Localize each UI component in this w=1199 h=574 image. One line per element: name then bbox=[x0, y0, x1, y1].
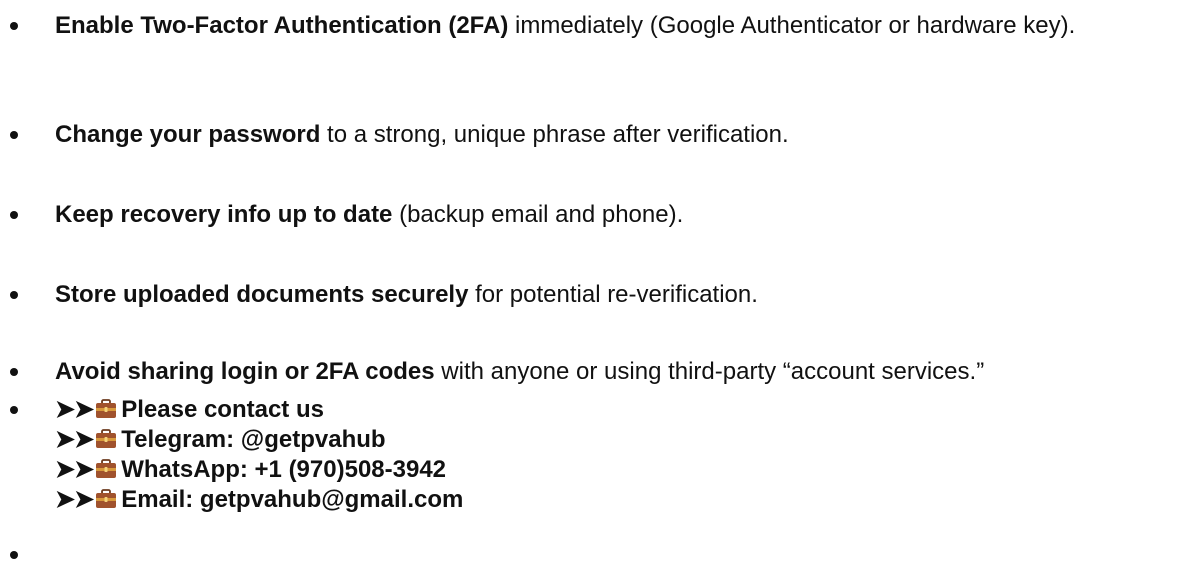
whatsapp-contact-text: WhatsApp: +1 (970)508-3942 bbox=[121, 456, 447, 483]
tip-text: (backup email and phone). bbox=[392, 201, 684, 228]
email-contact-text: Email: getpvahub@gmail.com bbox=[121, 486, 464, 513]
telegram-contact: ➤➤ Telegram: @getpvahub bbox=[55, 425, 1175, 455]
double-arrow-icon: ➤➤ bbox=[55, 456, 94, 483]
list-item-text: Enable Two-Factor Authentication (2FA) i… bbox=[55, 11, 1175, 41]
double-arrow-icon: ➤➤ bbox=[55, 396, 94, 423]
email-contact: ➤➤ Email: getpvahub@gmail.com bbox=[55, 485, 1175, 515]
telegram-contact-text: Telegram: @getpvahub bbox=[121, 426, 386, 453]
list-item-text: Keep recovery info up to date (backup em… bbox=[55, 200, 1175, 230]
contact-heading: ➤➤ Please contact us bbox=[55, 395, 1175, 425]
briefcase-icon bbox=[95, 428, 117, 450]
list-item-text: Change your password to a strong, unique… bbox=[55, 120, 1175, 150]
bullet-dot bbox=[10, 131, 18, 139]
tip-bold-text: Store uploaded documents securely bbox=[55, 281, 469, 308]
tip-text: with anyone or using third-party “accoun… bbox=[434, 358, 985, 385]
bullet-dot bbox=[10, 211, 18, 219]
tip-text: immediately (Google Authenticator or har… bbox=[508, 12, 1076, 39]
list-item-text: Store uploaded documents securely for po… bbox=[55, 280, 1175, 310]
bullet-dot bbox=[10, 551, 18, 559]
contact-heading-text: Please contact us bbox=[121, 396, 324, 423]
briefcase-icon bbox=[95, 458, 117, 480]
double-arrow-icon: ➤➤ bbox=[55, 486, 94, 513]
briefcase-icon bbox=[95, 488, 117, 510]
bullet-dot bbox=[10, 22, 18, 30]
tip-text: for potential re-verification. bbox=[468, 281, 758, 308]
document-page: Enable Two-Factor Authentication (2FA) i… bbox=[0, 0, 1199, 574]
tip-bold-text: Keep recovery info up to date bbox=[55, 201, 393, 228]
bullet-dot bbox=[10, 368, 18, 376]
double-arrow-icon: ➤➤ bbox=[55, 426, 94, 453]
tip-text: to a strong, unique phrase after verific… bbox=[320, 121, 789, 148]
briefcase-icon bbox=[95, 398, 117, 420]
tip-bold-text: Change your password bbox=[55, 121, 321, 148]
bullet-dot bbox=[10, 406, 18, 414]
contact-block: ➤➤ Please contact us ➤➤ Telegram: @getpvah… bbox=[55, 395, 1175, 515]
whatsapp-contact: ➤➤ WhatsApp: +1 (970)508-3942 bbox=[55, 455, 1175, 485]
tip-bold-text: Avoid sharing login or 2FA codes bbox=[55, 358, 435, 385]
list-item-text: Avoid sharing login or 2FA codes with an… bbox=[55, 357, 1175, 387]
bullet-dot bbox=[10, 291, 18, 299]
tip-bold-text: Enable Two-Factor Authentication (2FA) bbox=[55, 12, 509, 39]
